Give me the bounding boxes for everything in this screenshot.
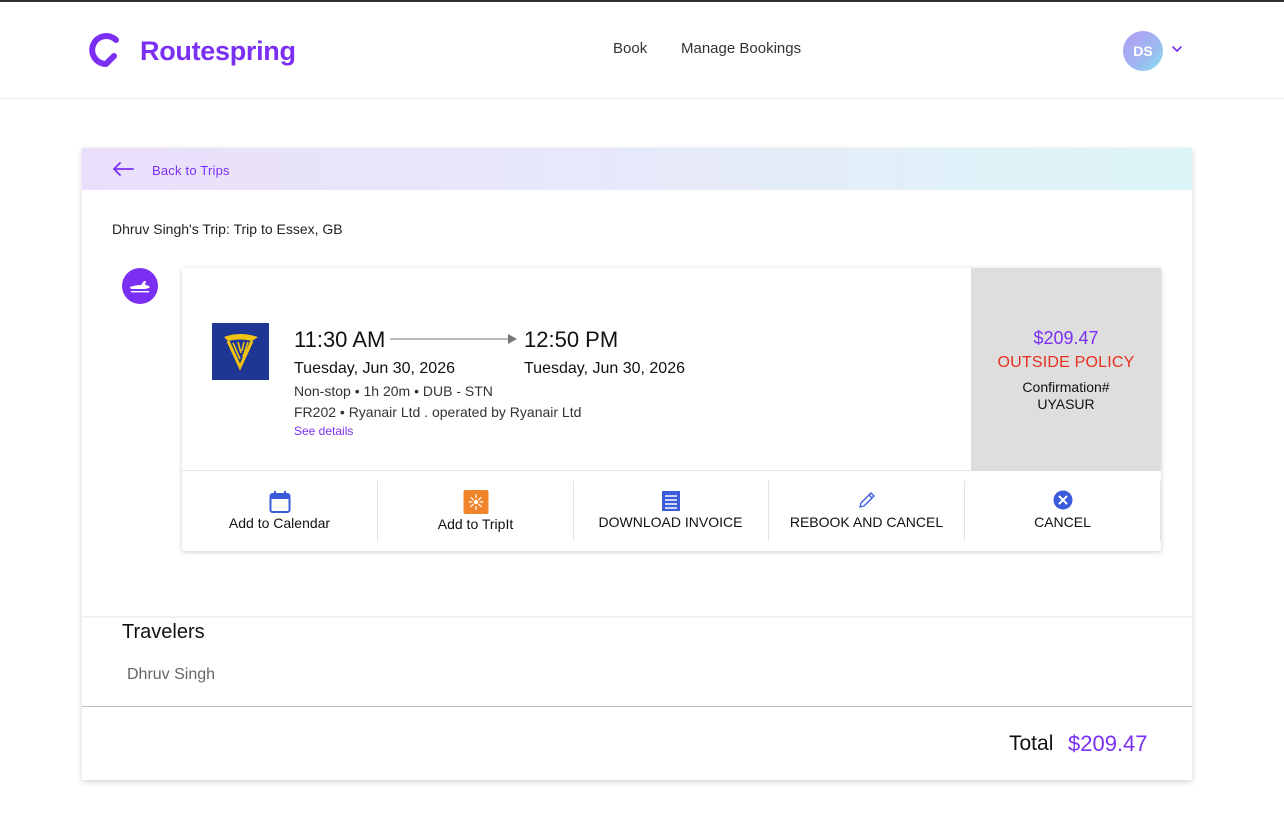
back-bar[interactable]: Back to Trips	[82, 148, 1192, 190]
see-details-link[interactable]: See details	[294, 424, 353, 438]
routespring-logo-icon	[89, 33, 119, 67]
trip-card: Back to Trips Dhruv Singh's Trip: Trip t…	[82, 148, 1192, 780]
flight-number-operator: FR202 • Ryanair Ltd . operated by Ryanai…	[294, 404, 582, 420]
add-to-tripit-label: Add to TripIt	[437, 516, 514, 532]
cancel-label: CANCEL	[1034, 514, 1091, 530]
brand-logo[interactable]: Routespring	[86, 30, 296, 72]
nav-book[interactable]: Book	[613, 40, 647, 57]
cancel-button[interactable]: CANCEL	[965, 481, 1161, 541]
arrow-left-icon[interactable]	[112, 161, 134, 177]
flight-meta: Non-stop • 1h 20m • DUB - STN	[294, 383, 493, 399]
add-to-tripit-button[interactable]: Add to TripIt	[378, 481, 574, 541]
departure-date: Tuesday, Jun 30, 2026	[294, 360, 455, 377]
policy-status: OUTSIDE POLICY	[997, 354, 1135, 371]
add-to-calendar-label: Add to Calendar	[228, 515, 331, 531]
ryanair-logo	[212, 323, 269, 380]
flight-segment-card: 11:30 AM 12:50 PM Tuesday, Jun 30, 2026 …	[182, 268, 1161, 551]
download-invoice-label: DOWNLOAD INVOICE	[598, 514, 743, 530]
top-header: Routespring Book Manage Bookings DS	[0, 2, 1284, 99]
trip-title: Dhruv Singh's Trip: Trip to Essex, GB	[112, 221, 343, 237]
section-divider	[82, 616, 1192, 618]
rebook-and-cancel-label: REBOOK AND CANCEL	[789, 514, 944, 530]
harp-icon	[224, 334, 258, 371]
add-to-calendar-button[interactable]: Add to Calendar	[182, 481, 378, 541]
arrival-time: 12:50 PM	[524, 327, 619, 352]
tripit-icon	[463, 490, 488, 514]
calendar-icon	[269, 491, 290, 513]
close-circle-icon	[1053, 490, 1072, 510]
rebook-and-cancel-button[interactable]: REBOOK AND CANCEL	[769, 481, 965, 541]
total-divider	[82, 706, 1192, 707]
flight-price: $209.47	[1033, 328, 1099, 348]
route-arrow-icon	[390, 334, 517, 344]
download-invoice-button[interactable]: DOWNLOAD INVOICE	[573, 481, 769, 541]
back-to-trips-link[interactable]: Back to Trips	[152, 163, 230, 178]
departure-time: 11:30 AM	[294, 327, 386, 352]
nav-manage-bookings[interactable]: Manage Bookings	[681, 40, 801, 57]
invoice-icon	[661, 491, 680, 511]
plane-icon	[130, 281, 150, 293]
arrival-date: Tuesday, Jun 30, 2026	[524, 360, 685, 377]
traveler-name: Dhruv Singh	[127, 666, 216, 683]
price-panel: $209.47 OUTSIDE POLICY Confirmation# UYA…	[971, 268, 1161, 471]
brand-name: Routespring	[140, 35, 296, 66]
total-label: Total	[1009, 732, 1054, 755]
chevron-down-icon[interactable]	[1171, 44, 1183, 54]
flight-badge	[122, 268, 158, 304]
flight-summary: 11:30 AM 12:50 PM Tuesday, Jun 30, 2026 …	[182, 268, 1161, 471]
user-avatar[interactable]: DS	[1123, 31, 1163, 71]
confirmation-code: UYASUR	[1037, 396, 1095, 412]
confirmation-label: Confirmation#	[1022, 379, 1110, 395]
pencil-icon	[858, 492, 875, 508]
flight-actions: Add to Calendar Add to TripIt DOWNLOAD I…	[182, 471, 1161, 551]
travelers-heading: Travelers	[122, 621, 205, 643]
total-amount: $209.47	[1068, 731, 1148, 756]
